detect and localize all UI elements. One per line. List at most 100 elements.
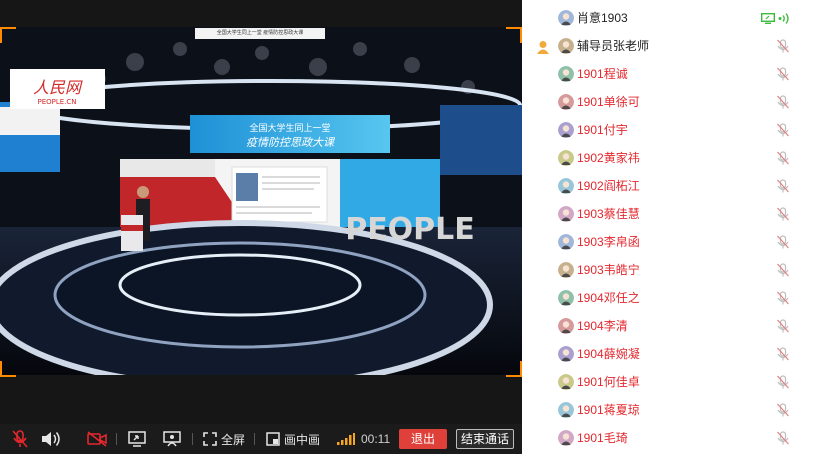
screen-share-icon — [128, 431, 146, 447]
mic-muted-icon[interactable] — [776, 431, 790, 445]
participant-name: 1902黄家祎 — [577, 151, 640, 165]
fullscreen-button[interactable]: 全屏 — [203, 428, 245, 450]
signal-indicator — [337, 428, 355, 450]
mic-off-icon — [12, 430, 28, 448]
stage-sign: PEOPLE — [345, 212, 475, 247]
participant-name: 1904薛婉凝 — [577, 347, 640, 361]
divider — [192, 433, 193, 445]
mic-muted-icon[interactable] — [776, 347, 790, 361]
call-timer: 00:11 — [361, 432, 391, 446]
participant-name: 1903韦皓宁 — [577, 263, 640, 277]
screen-share-status-icon — [761, 13, 775, 24]
divider — [254, 433, 255, 445]
participant-row[interactable]: 1904薛婉凝 — [522, 340, 817, 368]
speaker-icon — [42, 432, 60, 446]
participant-name: 1903蔡佳慧 — [577, 207, 640, 221]
mic-muted-icon[interactable] — [776, 123, 790, 137]
mic-muted-icon[interactable] — [776, 179, 790, 193]
participant-name: 1901毛琦 — [577, 431, 628, 445]
participant-name: 1901何佳卓 — [577, 375, 640, 389]
video-stream[interactable]: 人民网 PEOPLE.CN 全国大学生同上一堂 疫情防控思政大课 PEOPLE — [0, 27, 522, 375]
fullscreen-icon — [203, 432, 217, 446]
participant-row[interactable]: 1901程诚 — [522, 60, 817, 88]
participant-row[interactable]: 辅导员张老师 — [522, 32, 817, 60]
camera-off-icon — [87, 431, 107, 447]
participant-row[interactable]: 1903蔡佳慧 — [522, 200, 817, 228]
participant-row[interactable]: 1904邓任之 — [522, 284, 817, 312]
participant-name: 1904李清 — [577, 319, 628, 333]
exit-button[interactable]: 退出 — [399, 429, 447, 449]
mic-muted-icon[interactable] — [776, 403, 790, 417]
studio-scene-image: 人民网 PEOPLE.CN 全国大学生同上一堂 疫情防控思政大课 PEOPLE — [0, 27, 522, 375]
participant-name: 肖意1903 — [577, 11, 628, 25]
logo-text: 人民网 — [33, 78, 83, 97]
camera-toggle-button[interactable] — [87, 428, 107, 450]
participant-name: 辅导员张老师 — [577, 39, 650, 53]
divider — [116, 433, 117, 445]
participant-name: 1901单徐可 — [577, 95, 640, 109]
screen-share-button[interactable] — [128, 428, 146, 450]
participant-row[interactable]: 1901付宇 — [522, 116, 817, 144]
presenter-button[interactable] — [163, 428, 181, 450]
speaker-toggle-button[interactable] — [41, 428, 61, 450]
avatar — [558, 430, 574, 446]
mic-muted-icon[interactable] — [776, 263, 790, 277]
participant-row[interactable]: 1901蒋夏琼 — [522, 396, 817, 424]
mic-toggle-button[interactable] — [12, 428, 28, 450]
participant-row[interactable]: 1903李帛函 — [522, 228, 817, 256]
mic-muted-icon[interactable] — [776, 291, 790, 305]
mic-muted-icon[interactable] — [776, 39, 790, 53]
picture-in-picture-icon — [266, 432, 280, 446]
mic-muted-icon[interactable] — [776, 95, 790, 109]
avatar — [558, 374, 574, 390]
participant-row[interactable]: 1904李清 — [522, 312, 817, 340]
avatar — [558, 206, 574, 222]
signal-strength-icon — [337, 433, 355, 445]
pip-label: 画中画 — [284, 432, 321, 447]
participant-row[interactable]: 1902阎柘江 — [522, 172, 817, 200]
avatar — [558, 122, 574, 138]
pip-button[interactable]: 画中画 — [266, 428, 320, 450]
speaking-icon — [778, 13, 789, 24]
participant-name: 1901付宇 — [577, 123, 628, 137]
end-call-button[interactable]: 结束通话 — [456, 429, 514, 449]
participant-row[interactable]: 1902黄家祎 — [522, 144, 817, 172]
participant-name: 1901程诚 — [577, 67, 628, 81]
participant-row[interactable]: 1901单徐可 — [522, 88, 817, 116]
mic-muted-icon[interactable] — [776, 235, 790, 249]
avatar — [558, 262, 574, 278]
mic-muted-icon[interactable] — [776, 375, 790, 389]
video-caption: 全国大学生同上一堂 疫情防控思政大课 — [195, 28, 325, 39]
avatar — [558, 66, 574, 82]
avatar — [558, 94, 574, 110]
mic-muted-icon[interactable] — [776, 319, 790, 333]
avatar — [558, 178, 574, 194]
participant-name: 1903李帛函 — [577, 235, 640, 249]
avatar — [558, 402, 574, 418]
frame-corner-top-left — [0, 27, 16, 43]
banner-line-2: 疫情防控思政大课 — [246, 136, 336, 149]
frame-corner-top-right — [506, 27, 522, 43]
presenter-icon — [163, 431, 181, 447]
participant-name: 1904邓任之 — [577, 291, 640, 305]
participant-name: 1901蒋夏琼 — [577, 403, 640, 417]
frame-corner-bottom-right — [506, 361, 522, 377]
avatar — [558, 10, 574, 26]
mic-muted-icon[interactable] — [776, 151, 790, 165]
mic-muted-icon[interactable] — [776, 207, 790, 221]
participant-row[interactable]: 1901何佳卓 — [522, 368, 817, 396]
mic-muted-icon[interactable] — [776, 67, 790, 81]
avatar — [558, 290, 574, 306]
frame-corner-bottom-left — [0, 361, 16, 377]
participant-row[interactable]: 1901毛琦 — [522, 424, 817, 452]
avatar — [558, 234, 574, 250]
participant-row[interactable]: 1903韦皓宁 — [522, 256, 817, 284]
avatar — [558, 38, 574, 54]
participant-list: 肖意1903 辅导员张老师 1901程诚 1901单徐可 1901付宇 1902黄家祎 19… — [522, 0, 817, 454]
avatar — [558, 346, 574, 362]
participant-row[interactable]: 肖意1903 — [522, 4, 817, 32]
logo-subtext: PEOPLE.CN — [37, 98, 76, 106]
participant-name: 1902阎柘江 — [577, 179, 640, 193]
video-panel: 人民网 PEOPLE.CN 全国大学生同上一堂 疫情防控思政大课 PEOPLE … — [0, 0, 522, 454]
fullscreen-label: 全屏 — [221, 432, 246, 447]
